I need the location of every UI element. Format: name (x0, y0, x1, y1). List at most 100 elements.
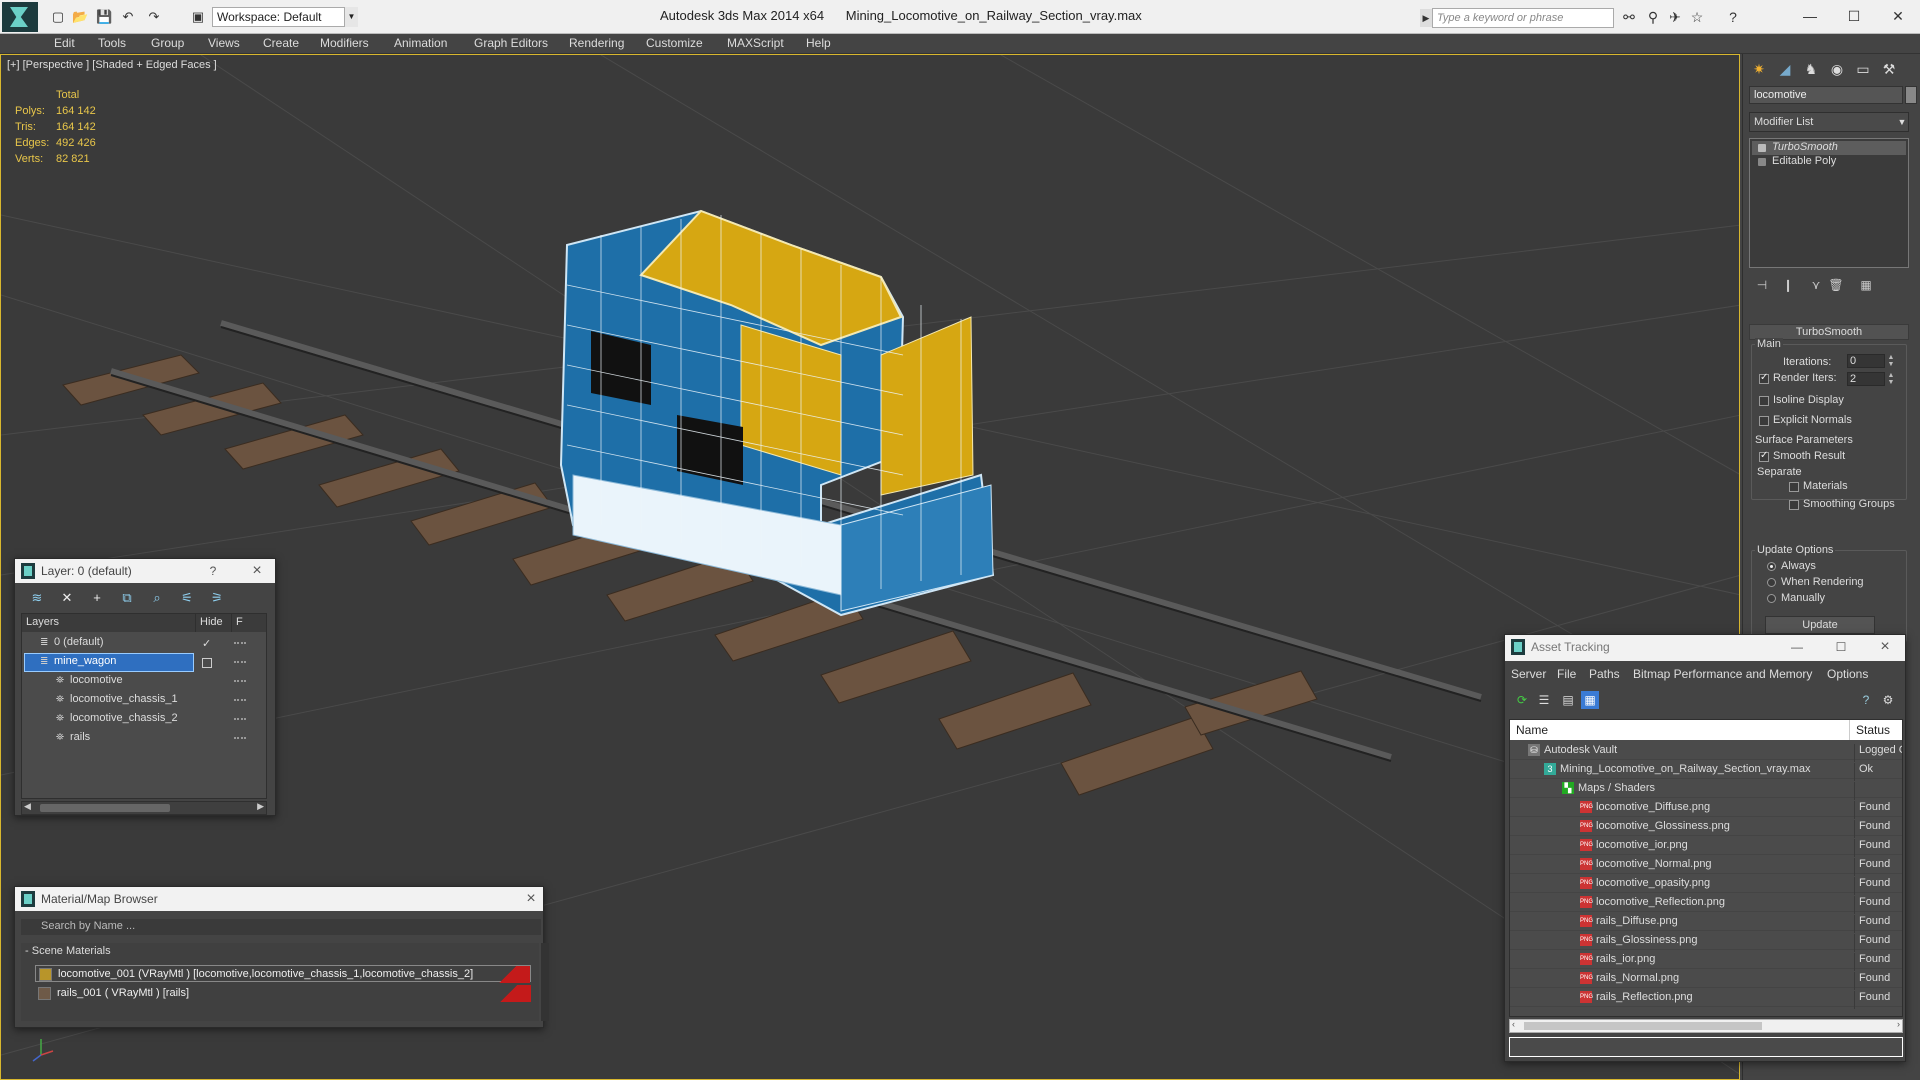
object-name-field[interactable]: locomotive (1749, 86, 1903, 104)
menu-customize[interactable]: Customize (646, 36, 703, 50)
menu-create[interactable]: Create (263, 36, 299, 50)
utilities-tab-icon[interactable]: ⚒ (1877, 58, 1901, 80)
dialog-title-bar[interactable]: Material/Map Browser × (15, 887, 543, 911)
layer-row[interactable]: ⛯ locomotive_chassis_2 (22, 710, 266, 729)
menu-help[interactable]: Help (806, 36, 831, 50)
scrollbar-thumb[interactable] (40, 804, 170, 812)
project-folder-icon[interactable]: ▣ (190, 9, 206, 25)
layers-column-header[interactable]: Layers (22, 614, 196, 632)
expand-icon[interactable] (1758, 158, 1766, 166)
hierarchy-tab-icon[interactable]: ♞ (1799, 58, 1823, 80)
chevron-down-icon[interactable]: ▼ (344, 7, 358, 27)
minimize-icon[interactable]: — (1787, 637, 1807, 657)
freeze-toggle[interactable] (234, 642, 246, 645)
update-manually-radio[interactable] (1767, 594, 1776, 603)
menu-bitmap-performance[interactable]: Bitmap Performance and Memory (1633, 667, 1812, 681)
asset-row[interactable]: PNG rails_Normal.png Found (1510, 969, 1902, 990)
layer-row[interactable]: ⛯ locomotive_chassis_1 (22, 691, 266, 710)
asset-row[interactable]: 3 Mining_Locomotive_on_Railway_Section_vr… (1510, 760, 1902, 781)
smoothing-groups-checkbox[interactable] (1789, 500, 1799, 510)
set-current-layer-icon[interactable]: ⚞ (207, 589, 227, 607)
scene-materials-group[interactable]: - Scene Materials (21, 945, 539, 961)
search-input[interactable]: Type a keyword or phrase (1432, 8, 1614, 28)
modifier-list-dropdown[interactable]: Modifier List (1749, 112, 1909, 132)
freeze-toggle[interactable] (234, 699, 246, 702)
asset-row[interactable]: PNG rails_Diffuse.png Found (1510, 912, 1902, 933)
display-tab-icon[interactable]: ▭ (1851, 58, 1875, 80)
freeze-toggle[interactable] (234, 661, 246, 664)
render-iters-checkbox[interactable] (1759, 372, 1769, 384)
viewport-label[interactable]: [+] [Perspective ] [Shaded + Edged Faces… (7, 59, 217, 71)
help-icon[interactable]: ? (1724, 8, 1742, 26)
key-icon[interactable]: ⚲ (1644, 8, 1662, 26)
smooth-result-checkbox[interactable] (1759, 450, 1769, 462)
explicit-normals-checkbox[interactable] (1759, 416, 1769, 426)
path-status-field[interactable] (1509, 1037, 1903, 1057)
list-view-icon[interactable]: ☰ (1535, 691, 1553, 709)
layer-row[interactable]: ⛯ locomotive (22, 672, 266, 691)
object-color-swatch[interactable] (1905, 86, 1917, 104)
menu-server[interactable]: Server (1511, 667, 1546, 681)
app-logo-button[interactable] (2, 2, 38, 32)
current-layer-check-icon[interactable]: ✓ (202, 637, 211, 650)
name-column-header[interactable]: Name (1510, 720, 1850, 740)
asset-row[interactable]: PNG rails_Glossiness.png Found (1510, 931, 1902, 952)
asset-row[interactable]: PNG rails_Reflection.png Found (1510, 988, 1902, 1009)
make-unique-icon[interactable]: ⋎ (1807, 278, 1825, 294)
redo-icon[interactable]: ↷ (146, 9, 162, 25)
asset-row[interactable]: ▚ Maps / Shaders (1510, 779, 1902, 800)
menu-animation[interactable]: Animation (394, 36, 447, 50)
menu-maxscript[interactable]: MAXScript (727, 36, 784, 50)
update-button[interactable]: Update (1765, 616, 1875, 634)
menu-file[interactable]: File (1557, 667, 1576, 681)
lightbulb-icon[interactable] (1758, 144, 1766, 152)
material-item[interactable]: rails_001 ( VRayMtl ) [rails] (35, 985, 531, 1002)
asset-row[interactable]: PNG locomotive_ior.png Found (1510, 836, 1902, 857)
close-icon[interactable]: × (521, 889, 541, 909)
horizontal-scrollbar[interactable]: ◀ ▶ (21, 801, 267, 815)
binoculars-icon[interactable]: ⚯ (1620, 8, 1638, 26)
minimize-icon[interactable]: — (1792, 4, 1828, 28)
motion-tab-icon[interactable]: ◉ (1825, 58, 1849, 80)
stack-item-editable-poly[interactable]: Editable Poly (1752, 155, 1906, 169)
asset-row[interactable]: ⛁ Autodesk Vault Logged C (1510, 741, 1902, 762)
asset-row[interactable]: PNG locomotive_opasity.png Found (1510, 874, 1902, 895)
menu-options[interactable]: Options (1827, 667, 1868, 681)
help-icon[interactable]: ? (1857, 691, 1875, 709)
menu-graph-editors[interactable]: Graph Editors (474, 36, 548, 50)
asset-row[interactable]: PNG locomotive_Glossiness.png Found (1510, 817, 1902, 838)
status-column-header[interactable]: Status (1850, 720, 1902, 740)
maximize-icon[interactable]: ☐ (1836, 4, 1872, 28)
open-file-icon[interactable]: 📂 (72, 9, 88, 25)
materials-checkbox[interactable] (1789, 482, 1799, 492)
freeze-toggle[interactable] (234, 680, 246, 683)
close-icon[interactable]: ✕ (1880, 4, 1916, 28)
close-icon[interactable]: × (1875, 637, 1895, 657)
menu-modifiers[interactable]: Modifiers (320, 36, 369, 50)
scroll-left-icon[interactable]: ‹ (1512, 1019, 1515, 1029)
hide-column-header[interactable]: Hide (196, 614, 232, 632)
save-file-icon[interactable]: 💾 (96, 9, 112, 25)
add-selection-to-layer-icon[interactable]: ⧉ (117, 589, 137, 607)
select-layer-objects-icon[interactable]: ⌕ (147, 589, 167, 607)
asset-row[interactable]: PNG locomotive_Diffuse.png Found (1510, 798, 1902, 819)
vertical-scrollbar[interactable] (541, 943, 549, 1021)
close-icon[interactable]: × (247, 561, 267, 581)
new-file-icon[interactable]: ▢ (50, 9, 66, 25)
communication-center-icon[interactable]: ✈ (1666, 8, 1684, 26)
spinner-arrows-icon[interactable]: ▲ ▼ (1887, 372, 1895, 386)
modify-tab-icon[interactable]: ◢ (1773, 58, 1797, 80)
freeze-toggle[interactable] (234, 718, 246, 721)
layer-row-selected[interactable]: ≣ mine_wagon (22, 653, 266, 672)
search-expand-icon[interactable]: ▶ (1420, 9, 1432, 27)
isoline-display-checkbox[interactable] (1759, 396, 1769, 406)
material-item[interactable]: locomotive_001 (VRayMtl ) [locomotive,lo… (35, 965, 531, 983)
configure-modifier-sets-icon[interactable]: ▦ (1857, 278, 1875, 294)
menu-tools[interactable]: Tools (98, 36, 126, 50)
maximize-icon[interactable]: ☐ (1831, 637, 1851, 657)
collapse-icon[interactable]: - (25, 945, 29, 957)
layer-row[interactable]: ⛯ rails (22, 729, 266, 748)
chevron-down-icon[interactable]: ▼ (1895, 113, 1909, 131)
favorites-star-icon[interactable]: ☆ (1688, 8, 1706, 26)
pin-stack-icon[interactable]: ⊣ (1753, 278, 1771, 294)
